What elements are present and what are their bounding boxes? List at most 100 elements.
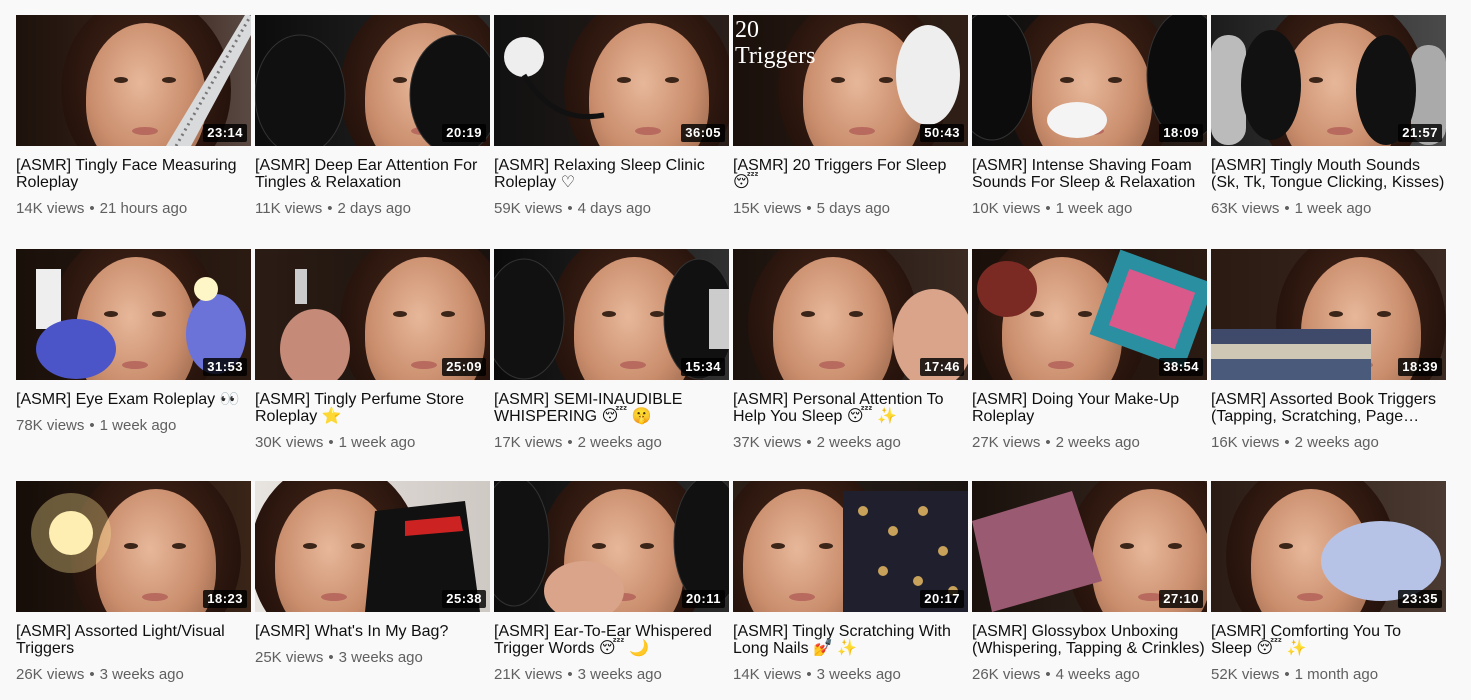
view-count: 21K views [494, 666, 563, 683]
thumbnail-overlay-text: 20 Triggers [735, 17, 816, 69]
video-thumbnail[interactable]: 17:46 [733, 249, 968, 380]
meta-separator: • [89, 417, 95, 434]
meta-separator: • [806, 434, 812, 451]
video-title[interactable]: [ASMR] Ear-To-Ear Whispered Trigger Word… [494, 623, 729, 657]
video-title[interactable]: [ASMR] Tingly Mouth Sounds (Sk, Tk, Tong… [1211, 157, 1446, 191]
upload-age: 1 week ago [1055, 200, 1133, 217]
video-card[interactable]: 20 Triggers 50:43 [ASMR] 20 Triggers For… [733, 15, 968, 218]
video-thumbnail[interactable]: 21:57 [1211, 15, 1446, 146]
video-thumbnail[interactable]: 27:10 [972, 481, 1207, 612]
video-card[interactable]: 21:57 [ASMR] Tingly Mouth Sounds (Sk, Tk… [1211, 15, 1446, 218]
video-title[interactable]: [ASMR] Tingly Face Measuring Roleplay [16, 157, 251, 191]
video-card[interactable]: 23:14 [ASMR] Tingly Face Measuring Rolep… [16, 15, 251, 218]
video-thumbnail[interactable]: 25:38 [255, 481, 490, 612]
view-count: 26K views [972, 666, 1041, 683]
video-meta: 26K views • 3 weeks ago [16, 666, 251, 684]
duration-badge: 18:09 [1159, 124, 1203, 142]
video-meta: 59K views • 4 days ago [494, 200, 729, 218]
upload-age: 2 weeks ago [577, 434, 662, 451]
video-thumbnail[interactable]: 18:23 [16, 481, 251, 612]
video-title[interactable]: [ASMR] Deep Ear Attention For Tingles & … [255, 157, 490, 191]
view-count: 52K views [1211, 666, 1280, 683]
duration-badge: 20:19 [442, 124, 486, 142]
view-count: 59K views [494, 200, 563, 217]
video-meta: 17K views • 2 weeks ago [494, 434, 729, 452]
video-thumbnail[interactable]: 15:34 [494, 249, 729, 380]
video-card[interactable]: 17:46 [ASMR] Personal Attention To Help … [733, 249, 968, 452]
video-thumbnail[interactable]: 38:54 [972, 249, 1207, 380]
upload-age: 2 weeks ago [1294, 434, 1379, 451]
view-count: 63K views [1211, 200, 1280, 217]
video-title[interactable]: [ASMR] Relaxing Sleep Clinic Roleplay ♡ [494, 157, 729, 191]
video-thumbnail[interactable]: 36:05 [494, 15, 729, 146]
video-thumbnail[interactable]: 20:19 [255, 15, 490, 146]
video-title[interactable]: [ASMR] Tingly Scratching With Long Nails… [733, 623, 968, 657]
view-count: 25K views [255, 649, 324, 666]
video-meta: 11K views • 2 days ago [255, 200, 490, 218]
video-thumbnail[interactable]: 25:09 [255, 249, 490, 380]
duration-badge: 38:54 [1159, 358, 1203, 376]
duration-badge: 21:57 [1398, 124, 1442, 142]
duration-badge: 15:34 [681, 358, 725, 376]
video-title[interactable]: [ASMR] Tingly Perfume Store Roleplay ⭐ [255, 391, 490, 425]
duration-badge: 20:11 [681, 590, 725, 608]
video-title[interactable]: [ASMR] Assorted Light/Visual Triggers [16, 623, 251, 657]
video-card[interactable]: 23:35 [ASMR] Comforting You To Sleep 😴 ✨… [1211, 481, 1446, 684]
video-title[interactable]: [ASMR] Assorted Book Triggers (Tapping, … [1211, 391, 1446, 425]
meta-separator: • [567, 200, 573, 217]
video-card[interactable]: 31:53 [ASMR] Eye Exam Roleplay 👀 78K vie… [16, 249, 251, 435]
video-title[interactable]: [ASMR] Intense Shaving Foam Sounds For S… [972, 157, 1207, 191]
video-thumbnail[interactable]: 18:09 [972, 15, 1207, 146]
video-card[interactable]: 20:11 [ASMR] Ear-To-Ear Whispered Trigge… [494, 481, 729, 684]
video-thumbnail[interactable]: 23:35 [1211, 481, 1446, 612]
duration-badge: 18:39 [1398, 358, 1442, 376]
meta-separator: • [1284, 200, 1290, 217]
video-card[interactable]: 15:34 [ASMR] SEMI-INAUDIBLE WHISPERING 😴… [494, 249, 729, 452]
video-title[interactable]: [ASMR] Personal Attention To Help You Sl… [733, 391, 968, 425]
video-card[interactable]: 18:09 [ASMR] Intense Shaving Foam Sounds… [972, 15, 1207, 218]
video-card[interactable]: 36:05 [ASMR] Relaxing Sleep Clinic Rolep… [494, 15, 729, 218]
duration-badge: 27:10 [1159, 590, 1203, 608]
video-card[interactable]: 20:17 [ASMR] Tingly Scratching With Long… [733, 481, 968, 684]
video-card[interactable]: 25:38 [ASMR] What's In My Bag? 25K views… [255, 481, 490, 667]
video-thumbnail[interactable]: 20:17 [733, 481, 968, 612]
duration-badge: 18:23 [203, 590, 247, 608]
video-thumbnail[interactable]: 31:53 [16, 249, 251, 380]
video-meta: 25K views • 3 weeks ago [255, 649, 490, 667]
video-title[interactable]: [ASMR] Eye Exam Roleplay 👀 [16, 391, 251, 408]
video-card[interactable]: 25:09 [ASMR] Tingly Perfume Store Rolepl… [255, 249, 490, 452]
upload-age: 4 weeks ago [1055, 666, 1140, 683]
video-card[interactable]: 20:19 [ASMR] Deep Ear Attention For Ting… [255, 15, 490, 218]
video-title[interactable]: [ASMR] SEMI-INAUDIBLE WHISPERING 😴 🤫 [494, 391, 729, 425]
video-meta: 14K views • 21 hours ago [16, 200, 251, 218]
video-meta: 14K views • 3 weeks ago [733, 666, 968, 684]
video-thumbnail[interactable]: 20 Triggers 50:43 [733, 15, 968, 146]
duration-badge: 23:35 [1398, 590, 1442, 608]
meta-separator: • [567, 666, 573, 683]
video-card[interactable]: 38:54 [ASMR] Doing Your Make-Up Roleplay… [972, 249, 1207, 452]
video-title[interactable]: [ASMR] Glossybox Unboxing (Whispering, T… [972, 623, 1207, 657]
video-thumbnail[interactable]: 20:11 [494, 481, 729, 612]
view-count: 27K views [972, 434, 1041, 451]
video-title[interactable]: [ASMR] What's In My Bag? [255, 623, 490, 640]
duration-badge: 36:05 [681, 124, 725, 142]
video-card[interactable]: 27:10 [ASMR] Glossybox Unboxing (Whisper… [972, 481, 1207, 684]
video-card[interactable]: 18:23 [ASMR] Assorted Light/Visual Trigg… [16, 481, 251, 684]
video-title[interactable]: [ASMR] Comforting You To Sleep 😴 ✨ [1211, 623, 1446, 657]
video-thumbnail[interactable]: 23:14 [16, 15, 251, 146]
view-count: 30K views [255, 434, 324, 451]
video-meta: 52K views • 1 month ago [1211, 666, 1446, 684]
upload-age: 3 weeks ago [338, 649, 423, 666]
upload-age: 3 weeks ago [816, 666, 901, 683]
video-meta: 16K views • 2 weeks ago [1211, 434, 1446, 452]
video-card[interactable]: 18:39 [ASMR] Assorted Book Triggers (Tap… [1211, 249, 1446, 452]
upload-age: 2 weeks ago [1055, 434, 1140, 451]
video-thumbnail[interactable]: 18:39 [1211, 249, 1446, 380]
video-meta: 37K views • 2 weeks ago [733, 434, 968, 452]
upload-age: 1 month ago [1294, 666, 1379, 683]
upload-age: 5 days ago [816, 200, 891, 217]
meta-separator: • [327, 200, 333, 217]
meta-separator: • [89, 666, 95, 683]
video-title[interactable]: [ASMR] 20 Triggers For Sleep 😴 [733, 157, 968, 191]
video-title[interactable]: [ASMR] Doing Your Make-Up Roleplay [972, 391, 1207, 425]
